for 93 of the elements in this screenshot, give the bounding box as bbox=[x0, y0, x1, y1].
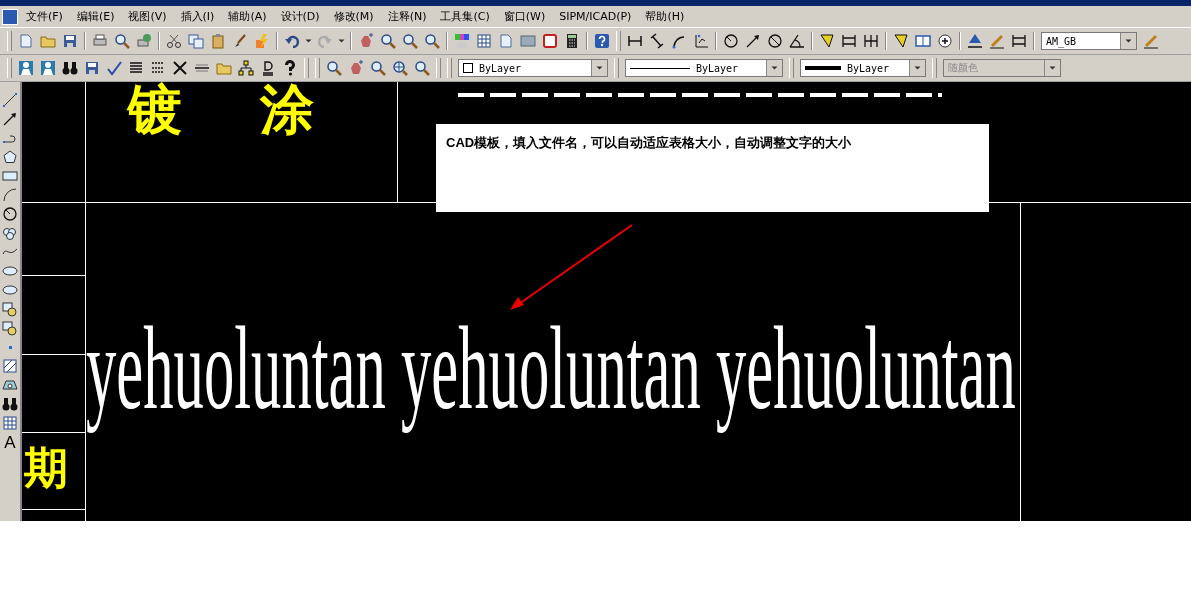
save-icon[interactable] bbox=[62, 33, 78, 49]
stamp-icon[interactable] bbox=[542, 33, 558, 49]
linear-dimension-icon[interactable] bbox=[627, 33, 643, 49]
circle-icon[interactable] bbox=[2, 206, 18, 222]
underline-icon[interactable] bbox=[260, 60, 276, 76]
title-char: 镀 bbox=[128, 82, 182, 138]
menu-item[interactable]: 视图(V) bbox=[122, 9, 173, 24]
continue-dimension-icon[interactable] bbox=[863, 33, 879, 49]
brush-icon[interactable] bbox=[232, 33, 248, 49]
ellipse-arc-icon[interactable] bbox=[2, 282, 18, 298]
table-icon[interactable] bbox=[2, 415, 18, 431]
lineweight-dropdown[interactable]: ByLayer bbox=[800, 59, 926, 77]
dimension-style-icon[interactable] bbox=[1143, 33, 1159, 49]
make-block-icon[interactable] bbox=[2, 320, 18, 336]
floppy-icon[interactable] bbox=[84, 60, 100, 76]
layer-dropdown[interactable]: ByLayer bbox=[458, 59, 608, 77]
app-icon[interactable] bbox=[2, 8, 18, 25]
cloud-icon[interactable] bbox=[2, 225, 18, 241]
baseline-dimension-icon[interactable] bbox=[841, 33, 857, 49]
help-icon[interactable] bbox=[594, 33, 610, 49]
user-icon[interactable] bbox=[18, 60, 34, 76]
menu-item[interactable]: 插入(I) bbox=[174, 9, 221, 24]
linetype-dropdown[interactable]: ByLayer bbox=[625, 59, 783, 77]
color-palette-icon[interactable] bbox=[454, 33, 470, 49]
dimension-text-icon[interactable] bbox=[967, 33, 983, 49]
lines-icon[interactable] bbox=[128, 60, 144, 76]
help-icon[interactable] bbox=[282, 60, 298, 76]
menu-item[interactable]: 注释(N) bbox=[381, 9, 433, 24]
zoom-realtime-icon[interactable] bbox=[326, 60, 342, 76]
caret-icon bbox=[771, 66, 778, 70]
line-icon[interactable] bbox=[2, 92, 18, 108]
hatch-icon[interactable] bbox=[2, 358, 18, 374]
zoom-extents-icon[interactable] bbox=[392, 60, 408, 76]
menu-item[interactable]: 文件(F) bbox=[20, 9, 69, 24]
binoculars-icon[interactable] bbox=[62, 60, 78, 76]
menu-item[interactable]: 工具集(C) bbox=[434, 9, 496, 24]
drawing-text: yehuoluntan yehuoluntan yehuoluntan bbox=[86, 304, 1016, 434]
ellipse-icon[interactable] bbox=[2, 263, 18, 279]
print-preview-icon[interactable] bbox=[114, 33, 130, 49]
polygon-icon[interactable] bbox=[2, 149, 18, 165]
menu-item[interactable]: 窗口(W) bbox=[497, 9, 552, 24]
center-mark-icon[interactable] bbox=[937, 33, 953, 49]
zoom-icon[interactable] bbox=[380, 33, 396, 49]
sheet-icon[interactable] bbox=[498, 33, 514, 49]
title-char: 涂 bbox=[260, 82, 314, 138]
menu-item[interactable]: 设计(D) bbox=[274, 9, 326, 24]
new-file-icon[interactable] bbox=[18, 33, 34, 49]
ordinate-dimension-icon[interactable] bbox=[693, 33, 709, 49]
text-tool[interactable]: A bbox=[4, 434, 16, 451]
leader-icon[interactable] bbox=[893, 33, 909, 49]
diameter-dimension-icon[interactable] bbox=[767, 33, 783, 49]
ray-icon[interactable] bbox=[2, 111, 18, 127]
tolerance-icon[interactable] bbox=[915, 33, 931, 49]
menu-item[interactable]: 帮助(H) bbox=[639, 9, 691, 24]
zoom-window-icon[interactable] bbox=[402, 33, 418, 49]
style-dropdown[interactable]: AM_GB bbox=[1041, 32, 1137, 50]
menu-item[interactable]: SIPM/ICAD(P) bbox=[553, 10, 638, 23]
dimension-update-icon[interactable] bbox=[1011, 33, 1027, 49]
menu-item[interactable]: 辅助(A) bbox=[222, 9, 273, 24]
caret-icon[interactable] bbox=[305, 39, 312, 43]
caret-icon bbox=[1049, 66, 1056, 70]
aligned-dimension-icon[interactable] bbox=[649, 33, 665, 49]
calculator-icon[interactable] bbox=[564, 33, 580, 49]
undo-icon[interactable] bbox=[284, 33, 300, 49]
caret-icon bbox=[914, 66, 921, 70]
caret-icon bbox=[1125, 39, 1132, 43]
cut-icon[interactable] bbox=[166, 33, 182, 49]
dimension-edit-icon[interactable] bbox=[989, 33, 1005, 49]
arc-icon[interactable] bbox=[2, 187, 18, 203]
menu-item[interactable]: 修改(M) bbox=[327, 9, 380, 24]
arc-dimension-icon[interactable] bbox=[671, 33, 687, 49]
user-new-icon[interactable] bbox=[40, 60, 56, 76]
side-char: 期 bbox=[24, 444, 68, 492]
tree-icon[interactable] bbox=[238, 60, 254, 76]
menu-item[interactable]: 编辑(E) bbox=[70, 9, 121, 24]
zoom-window-icon[interactable] bbox=[370, 60, 386, 76]
close-icon[interactable] bbox=[172, 60, 188, 76]
angular-dimension-icon[interactable] bbox=[789, 33, 805, 49]
spellcheck-icon[interactable] bbox=[106, 60, 122, 76]
copy-icon[interactable] bbox=[188, 33, 204, 49]
jogged-dimension-icon[interactable] bbox=[745, 33, 761, 49]
insert-block-icon[interactable] bbox=[2, 301, 18, 317]
region-icon[interactable] bbox=[2, 377, 18, 393]
grid-panel-icon[interactable] bbox=[476, 33, 492, 49]
zoom-previous-icon[interactable] bbox=[414, 60, 430, 76]
zoom-previous-icon[interactable] bbox=[424, 33, 440, 49]
callout-note: CAD模板，填入文件名，可以自动适应表格大小，自动调整文字的大小 bbox=[436, 124, 989, 212]
printer-icon[interactable] bbox=[92, 33, 108, 49]
radius-dimension-icon[interactable] bbox=[723, 33, 739, 49]
dashed-lines-icon[interactable] bbox=[150, 60, 166, 76]
caret-icon[interactable] bbox=[338, 39, 345, 43]
quick-dimension-icon[interactable] bbox=[819, 33, 835, 49]
caret-icon bbox=[596, 66, 603, 70]
